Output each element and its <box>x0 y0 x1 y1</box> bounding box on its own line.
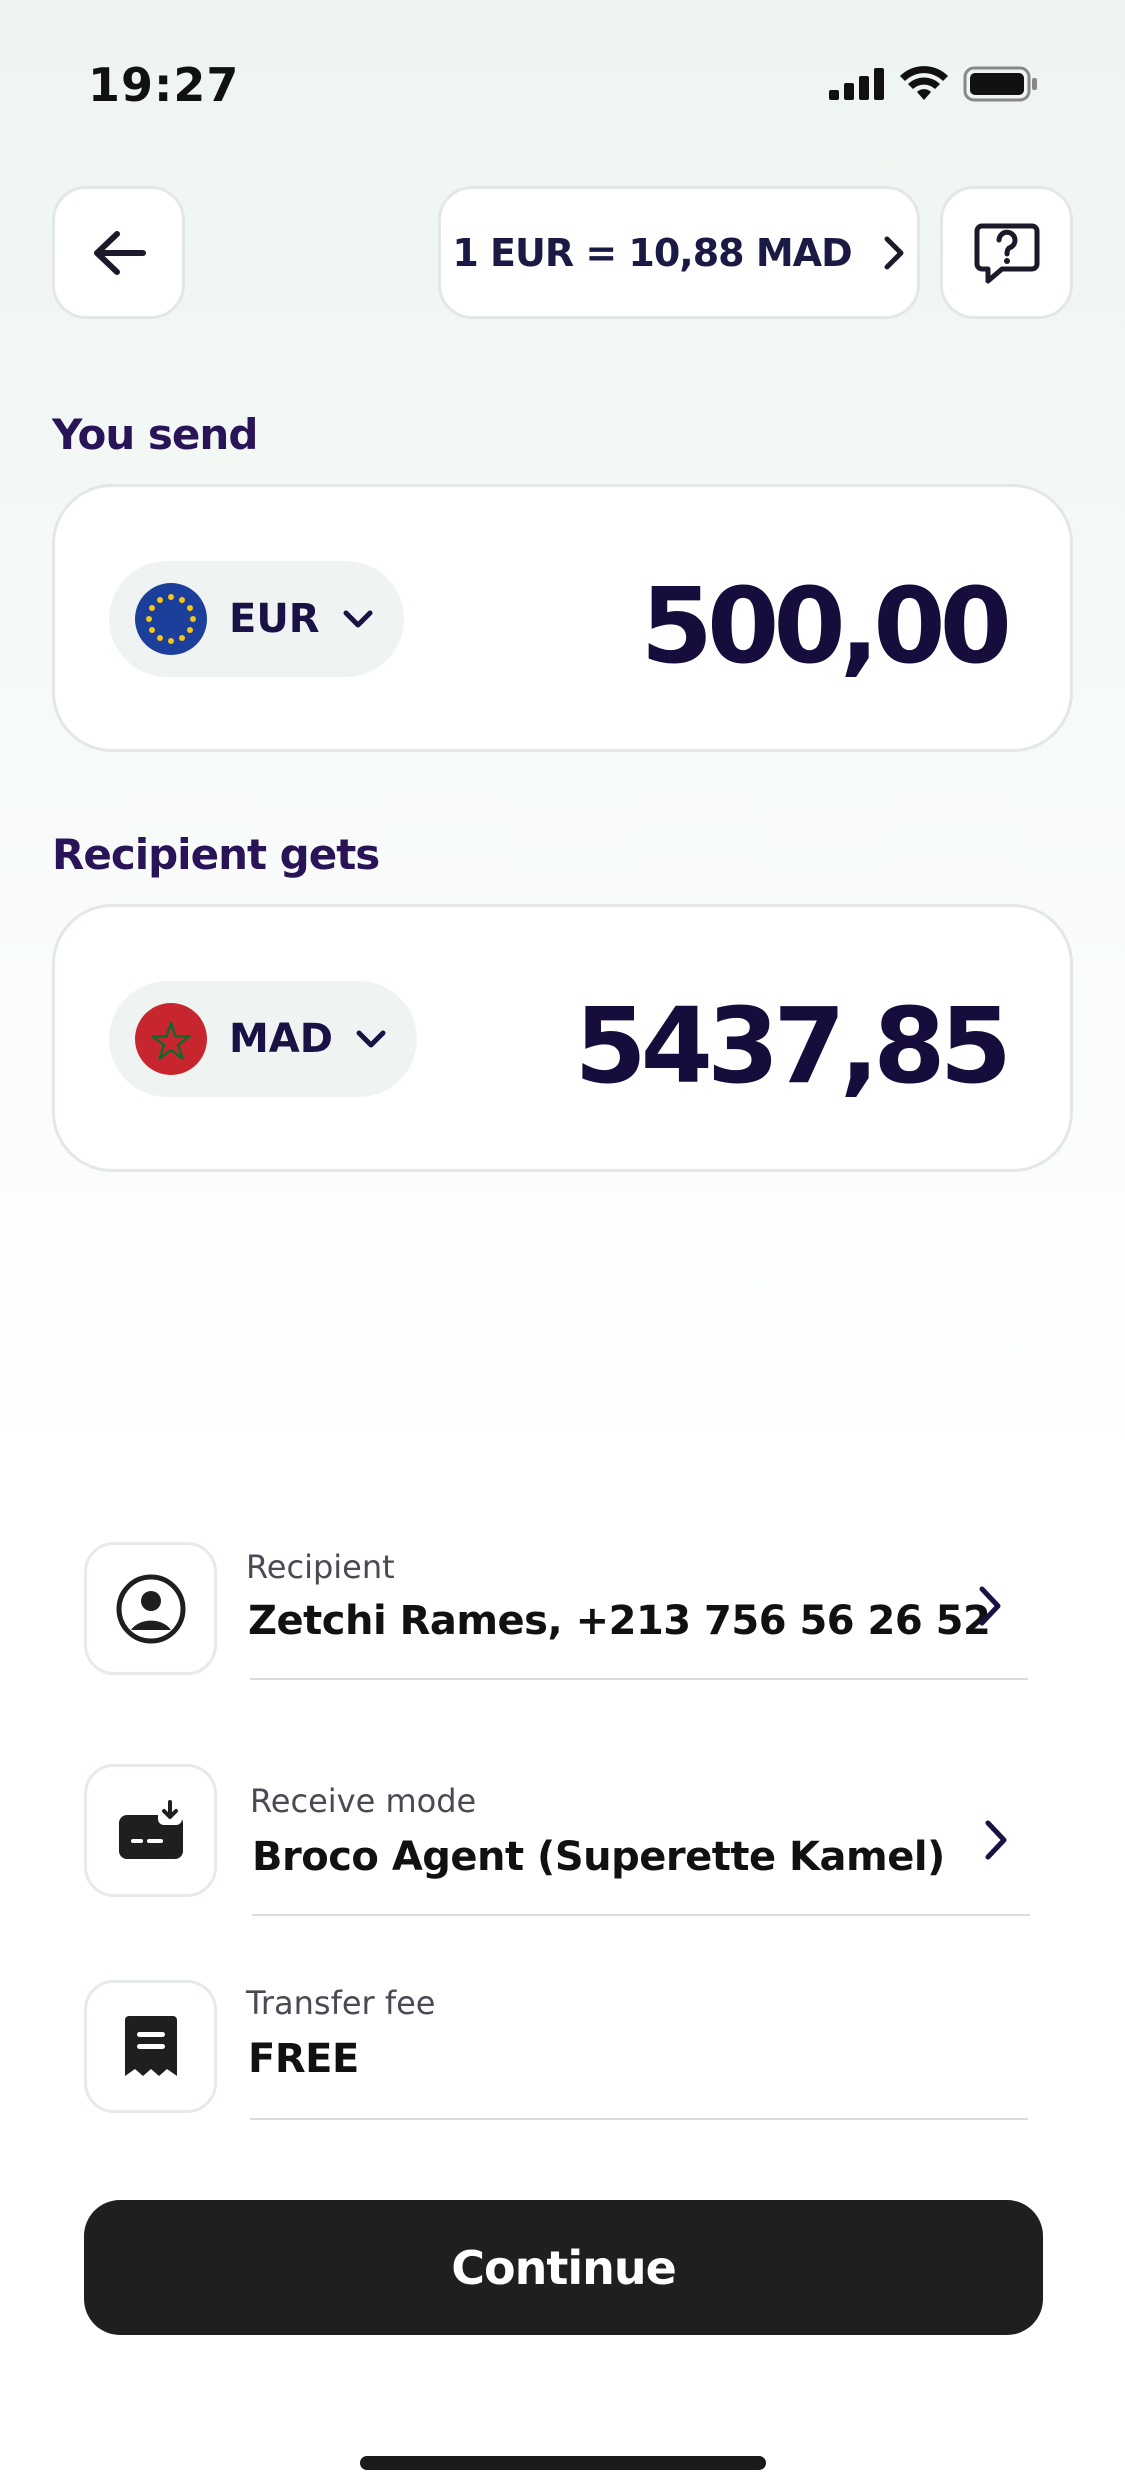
receive-amount-value: 5437,85 <box>574 985 1012 1107</box>
status-time: 19:27 <box>88 58 240 112</box>
chevron-down-icon <box>343 610 373 628</box>
morocco-flag-icon <box>135 1003 207 1075</box>
help-chat-icon <box>974 223 1039 283</box>
chevron-right-icon <box>979 1586 1001 1626</box>
arrow-left-icon <box>93 230 146 275</box>
receive-section-label: Recipient gets <box>52 830 380 879</box>
eu-flag-icon <box>135 583 207 655</box>
battery-icon <box>963 66 1037 102</box>
user-circle-icon <box>116 1574 185 1643</box>
transfer-fee-icon-box <box>84 1980 217 2113</box>
recipient-row[interactable]: Recipient Zetchi Rames, +213 756 56 26 5… <box>84 1542 1044 1682</box>
cellular-signal-icon <box>829 68 884 100</box>
receive-mode-label: Receive mode <box>250 1782 477 1820</box>
chevron-right-icon <box>884 236 904 269</box>
receipt-icon <box>124 2015 177 2076</box>
recipient-icon-box <box>84 1542 217 1675</box>
card-receive-icon <box>118 1798 183 1859</box>
chevron-down-icon <box>356 1030 386 1048</box>
home-indicator <box>360 2456 766 2470</box>
receive-currency-code: MAD <box>229 1016 333 1062</box>
receive-mode-icon-box <box>84 1764 217 1897</box>
row-divider <box>250 1678 1028 1680</box>
help-button[interactable] <box>940 186 1073 319</box>
send-currency-selector[interactable]: EUR <box>109 561 404 677</box>
status-icons <box>829 66 1039 102</box>
receive-currency-selector[interactable]: MAD <box>109 981 417 1097</box>
row-divider <box>252 1914 1030 1916</box>
send-amount-input[interactable]: 500,00 <box>641 565 1012 687</box>
exchange-rate-label: 1 EUR = 10,88 MAD <box>452 230 852 275</box>
send-section-label: You send <box>52 410 258 459</box>
chevron-right-icon <box>985 1820 1007 1860</box>
transfer-fee-label: Transfer fee <box>246 1984 436 2022</box>
send-currency-code: EUR <box>229 596 320 642</box>
exchange-rate-button[interactable]: 1 EUR = 10,88 MAD <box>438 186 920 319</box>
transfer-fee-value: FREE <box>248 2036 359 2082</box>
receive-amount-card: MAD 5437,85 <box>52 904 1073 1172</box>
recipient-value: Zetchi Rames, +213 756 56 26 52 <box>248 1598 991 1644</box>
recipient-label: Recipient <box>246 1548 395 1586</box>
transfer-fee-row: Transfer fee FREE <box>84 1980 1044 2120</box>
back-button[interactable] <box>52 186 185 319</box>
wifi-icon <box>900 66 948 100</box>
row-divider <box>250 2118 1028 2120</box>
receive-mode-value: Broco Agent (Superette Kamel) <box>252 1834 945 1880</box>
receive-mode-row[interactable]: Receive mode Broco Agent (Superette Kame… <box>84 1764 1044 1916</box>
continue-button[interactable]: Continue <box>84 2200 1043 2335</box>
send-amount-card: EUR 500,00 <box>52 484 1073 752</box>
